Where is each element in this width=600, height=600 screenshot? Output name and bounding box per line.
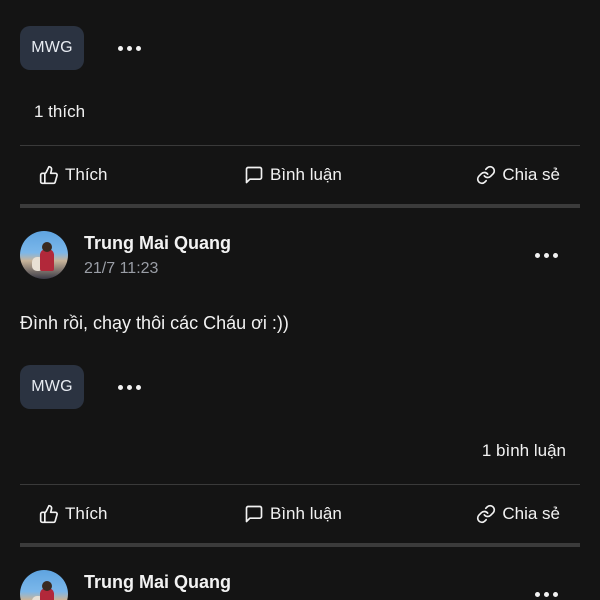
link-icon: [477, 165, 496, 185]
divider: [20, 484, 580, 485]
more-options-icon[interactable]: [535, 245, 558, 265]
avatar[interactable]: [20, 231, 68, 279]
post-actions: Thích Bình luận Chia sẻ: [20, 499, 580, 529]
comment-icon: [245, 166, 263, 184]
like-count[interactable]: 1 thích: [34, 102, 85, 122]
like-button[interactable]: Thích: [39, 160, 108, 190]
more-options-icon[interactable]: [118, 377, 141, 397]
like-label: Thích: [65, 504, 108, 523]
author-name[interactable]: Trung Mai Quang: [84, 572, 231, 593]
feed-screen: MWG 1 thích Thích Bình luận Chia sẻ Trun…: [0, 0, 600, 600]
thumbs-up-icon: [39, 165, 58, 185]
like-button[interactable]: Thích: [39, 499, 108, 529]
tag-row: MWG: [20, 365, 141, 409]
tag-mwg[interactable]: MWG: [20, 26, 84, 70]
post-text: Đình rồi, chạy thôi các Cháu ơi :)): [20, 313, 289, 333]
more-options-icon[interactable]: [535, 584, 558, 600]
post-header: Trung Mai Quang 21/7 11:23: [20, 231, 580, 281]
share-button[interactable]: Chia sẻ: [476, 499, 560, 529]
divider: [20, 145, 580, 146]
comment-button[interactable]: Bình luận: [244, 160, 342, 190]
post-actions: Thích Bình luận Chia sẻ: [20, 160, 580, 190]
comment-label: Bình luận: [270, 504, 342, 523]
comment-icon: [245, 505, 263, 523]
share-label: Chia sẻ: [502, 504, 560, 523]
tag-row: MWG: [20, 26, 141, 70]
post-header: Trung Mai Quang: [20, 570, 580, 600]
avatar[interactable]: [20, 570, 68, 600]
comment-count[interactable]: 1 bình luận: [482, 441, 566, 461]
post-separator: [20, 543, 580, 547]
comment-button[interactable]: Bình luận: [244, 499, 342, 529]
tag-mwg[interactable]: MWG: [20, 365, 84, 409]
share-label: Chia sẻ: [502, 165, 560, 184]
author-name[interactable]: Trung Mai Quang: [84, 233, 231, 254]
more-options-icon[interactable]: [118, 38, 141, 58]
post-timestamp: 21/7 11:23: [84, 260, 159, 277]
thumbs-up-icon: [39, 504, 58, 524]
like-label: Thích: [65, 165, 108, 184]
share-button[interactable]: Chia sẻ: [476, 160, 560, 190]
comment-label: Bình luận: [270, 165, 342, 184]
link-icon: [477, 504, 496, 524]
post-separator: [20, 204, 580, 208]
